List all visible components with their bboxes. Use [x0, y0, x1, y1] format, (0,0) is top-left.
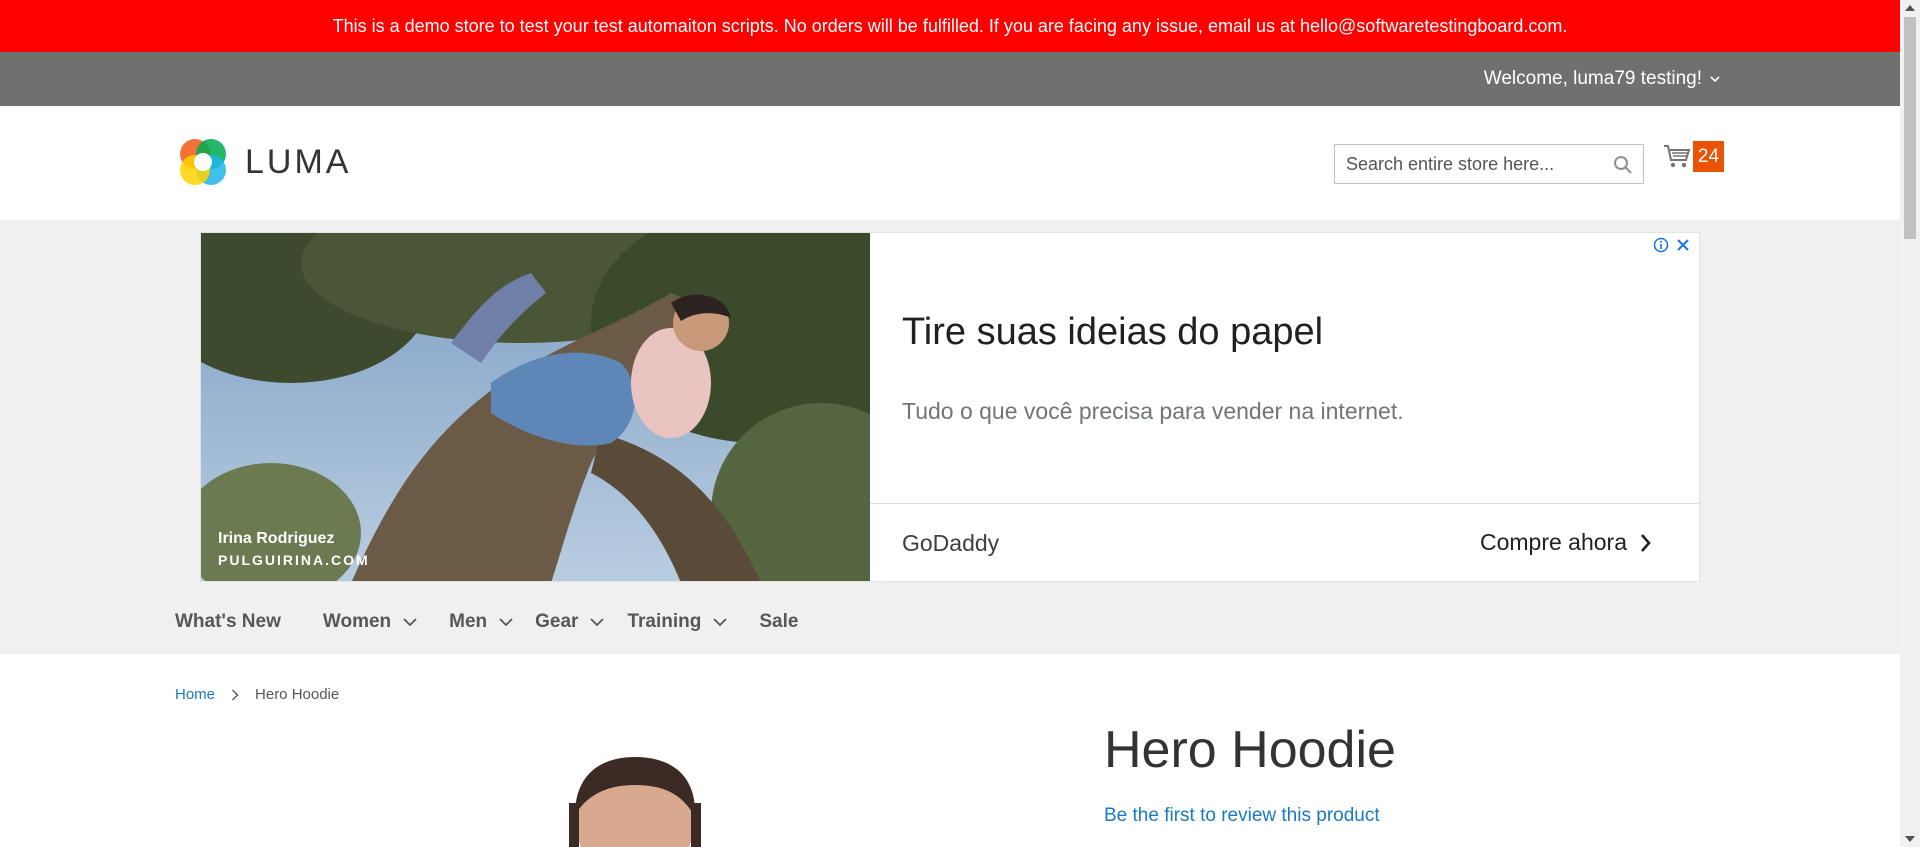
nav-section: Irina Rodriguez PULGUIRINA.COM Tire suas… — [0, 220, 1900, 654]
chevron-down-icon — [713, 618, 727, 627]
nav-item-label: Gear — [535, 611, 579, 632]
nav-item-label: Women — [322, 611, 392, 632]
scrollbar-thumb[interactable] — [1904, 17, 1916, 239]
demo-notice-text: This is a demo store to test your test a… — [332, 15, 1568, 36]
logo-link[interactable]: LUMA — [175, 134, 351, 190]
demo-notice-bar: This is a demo store to test your test a… — [0, 0, 1900, 52]
nav-item-training[interactable]: Training — [627, 611, 727, 633]
chevron-right-icon — [1641, 533, 1651, 552]
search-input[interactable] — [1335, 152, 1618, 176]
ad-close-icon[interactable] — [1675, 237, 1691, 253]
logo-text: LUMA — [245, 142, 352, 181]
breadcrumb-current: Hero Hoodie — [255, 686, 340, 703]
nav-item-label: Sale — [759, 611, 799, 632]
page: This is a demo store to test your test a… — [0, 0, 1900, 847]
breadcrumb: Home Hero Hoodie — [175, 686, 339, 703]
ad-photo[interactable]: Irina Rodriguez PULGUIRINA.COM — [201, 233, 870, 581]
chevron-down-icon — [499, 618, 513, 627]
nav-item-sale[interactable]: Sale — [759, 611, 798, 633]
account-bar: Welcome, luma79 testing! — [0, 52, 1900, 106]
main-navigation: What's New Women Men Gear Training Sale — [175, 611, 840, 633]
chevron-down-icon — [590, 618, 605, 627]
nav-item-whats-new[interactable]: What's New — [175, 611, 281, 633]
product-photo — [569, 757, 701, 847]
ad-brand[interactable]: GoDaddy — [902, 530, 999, 557]
cart-count-badge: 24 — [1693, 141, 1724, 172]
ad-divider — [870, 503, 1699, 504]
chevron-down-icon — [403, 618, 417, 627]
review-link[interactable]: Be the first to review this product — [1104, 805, 1380, 827]
site-header: LUMA 24 — [0, 106, 1900, 220]
ad-cta-button[interactable]: Compre ahora — [1480, 529, 1653, 556]
ad-info-icon[interactable] — [1653, 237, 1669, 253]
nav-item-label: What's New — [175, 611, 281, 632]
chevron-down-icon[interactable] — [1710, 74, 1720, 84]
search-icon[interactable] — [1613, 155, 1633, 175]
luma-logo-icon — [180, 139, 226, 185]
scroll-down-arrow-icon[interactable] — [1905, 836, 1915, 842]
breadcrumb-home-link[interactable]: Home — [175, 686, 215, 703]
minicart-button[interactable]: 24 — [1663, 141, 1724, 172]
page-scrollbar[interactable] — [1900, 0, 1920, 847]
scroll-up-arrow-icon[interactable] — [1905, 5, 1915, 11]
chevron-right-icon — [232, 689, 239, 700]
nav-item-label: Men — [449, 611, 488, 632]
advertisement-banner[interactable]: Irina Rodriguez PULGUIRINA.COM Tire suas… — [200, 232, 1700, 582]
nav-item-men[interactable]: Men — [449, 611, 513, 633]
ad-cta-label: Compre ahora — [1479, 529, 1627, 555]
nav-item-women[interactable]: Women — [323, 611, 417, 633]
product-main-image[interactable] — [555, 755, 705, 847]
nav-item-gear[interactable]: Gear — [535, 611, 605, 633]
ad-photo-credit-site: PULGUIRINA.COM — [218, 552, 370, 568]
product-title: Hero Hoodie — [1104, 721, 1396, 779]
ad-subtext[interactable]: Tudo o que você precisa para vender na i… — [902, 398, 1404, 425]
welcome-message[interactable]: Welcome, luma79 testing! — [1484, 68, 1702, 90]
ad-headline[interactable]: Tire suas ideias do papel — [902, 311, 1323, 354]
nav-item-label: Training — [627, 611, 702, 632]
search-box — [1334, 144, 1644, 184]
cart-icon — [1664, 144, 1691, 167]
ad-controls — [1653, 237, 1691, 253]
ad-photo-credit-name: Irina Rodriguez — [218, 530, 335, 547]
